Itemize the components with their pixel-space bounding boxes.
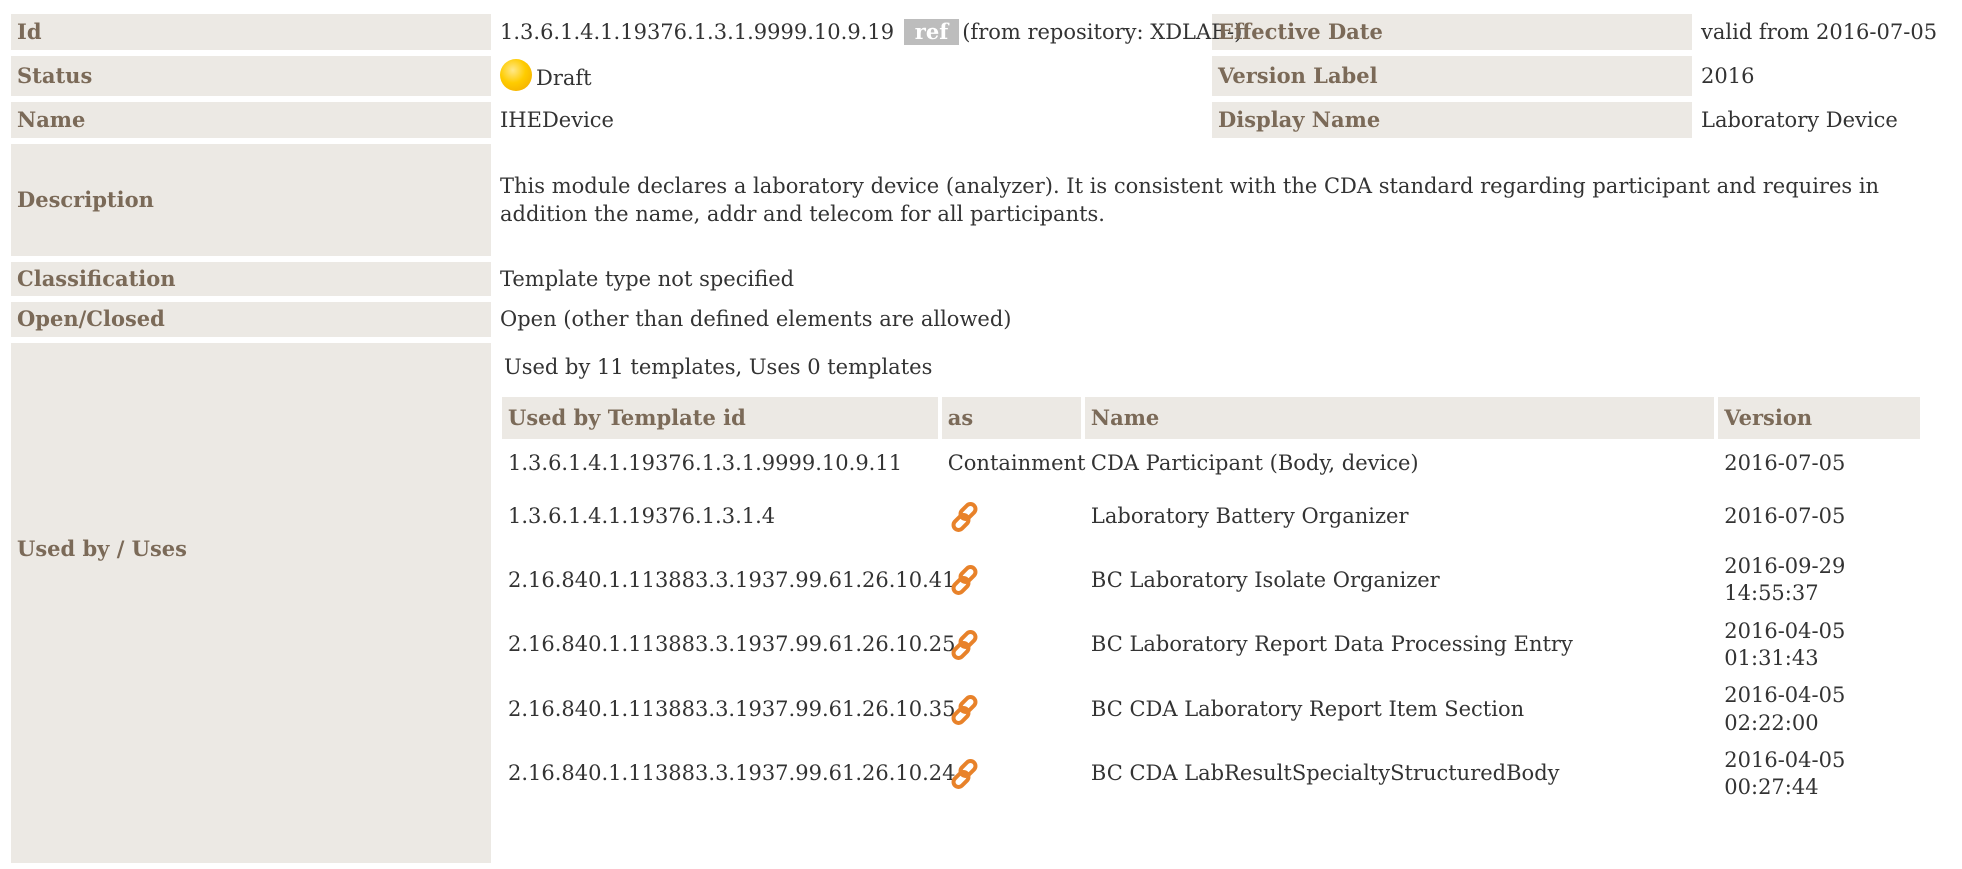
version-label-value: 2016 (1695, 56, 1954, 96)
template-version: 2016-04-05 01:31:43 (1724, 618, 1846, 670)
used-by-header-row: Used by Template id as Name Version (502, 397, 1920, 440)
template-name: Laboratory Battery Organizer (1090, 504, 1409, 529)
row-status: Status Draft Version Label 2016 (11, 56, 1954, 96)
id-label: Id (11, 14, 491, 50)
template-name: BC CDA LabResultSpecialtyStructuredBody (1090, 761, 1560, 786)
template-name: BC Laboratory Report Data Processing Ent… (1090, 632, 1573, 657)
link-icon[interactable] (948, 693, 982, 727)
relation-cell (942, 551, 1081, 610)
table-row: 1.3.6.1.4.1.19376.1.3.1.4 Laboratory Bat… (502, 489, 1920, 545)
relation-cell (942, 489, 1081, 545)
table-row: 1.3.6.1.4.1.19376.1.3.1.9999.10.9.11 Con… (502, 445, 1920, 483)
open-closed-label: Open/Closed (11, 302, 491, 337)
table-row: 2.16.840.1.113883.3.1937.99.61.26.10.24 … (502, 745, 1920, 804)
table-row: 2.16.840.1.113883.3.1937.99.61.26.10.35 … (502, 680, 1920, 739)
status-label: Status (11, 56, 491, 96)
row-classification: Classification Template type not specifi… (11, 262, 1954, 297)
column-header-template-id[interactable]: Used by Template id (502, 397, 938, 440)
used-by-table: Used by Template id as Name Version 1.3.… (498, 391, 1924, 809)
column-header-version[interactable]: Version (1718, 397, 1920, 440)
relation-cell (942, 745, 1081, 804)
template-id: 1.3.6.1.4.1.19376.1.3.1.9999.10.9.19 (500, 19, 895, 44)
effective-date-label: Effective Date (1212, 14, 1692, 50)
name-value: IHEDevice (494, 102, 1209, 138)
template-version: 2016-07-05 (1724, 451, 1846, 476)
relation-cell (942, 680, 1081, 739)
column-header-as[interactable]: as (941, 397, 1081, 440)
classification-label: Classification (11, 262, 491, 297)
link-icon[interactable] (948, 628, 982, 662)
link-icon[interactable] (948, 500, 982, 534)
ref-badge[interactable]: ref (903, 18, 960, 46)
template-name: CDA Participant (Body, device) (1090, 451, 1419, 476)
status-value: Draft (536, 66, 592, 91)
version-label-label: Version Label (1212, 56, 1692, 96)
template-metadata-table: Id 1.3.6.1.4.1.19376.1.3.1.9999.10.9.19 … (8, 8, 1957, 869)
template-version: 2016-04-05 00:27:44 (1724, 747, 1846, 800)
row-description: Description This module declares a labor… (11, 144, 1954, 256)
template-id-link[interactable]: 2.16.840.1.113883.3.1937.99.61.26.10.24 (502, 745, 956, 804)
repository-note: (from repository: XDLAB-) (962, 19, 1243, 44)
template-name: BC Laboratory Isolate Organizer (1090, 567, 1440, 592)
status-value-cell: Draft (494, 56, 1209, 96)
display-name-value: Laboratory Device (1695, 102, 1954, 138)
table-row: 2.16.840.1.113883.3.1937.99.61.26.10.25 … (502, 616, 1920, 675)
link-icon[interactable] (948, 563, 982, 597)
name-label: Name (11, 102, 491, 138)
display-name-label: Display Name (1212, 102, 1692, 138)
used-by-summary: Used by 11 templates, Uses 0 templates (504, 354, 933, 379)
template-detail-panel: Id 1.3.6.1.4.1.19376.1.3.1.9999.10.9.19 … (8, 8, 1954, 863)
row-used-by: Used by / Uses Used by 11 templates, Use… (11, 342, 1954, 863)
row-open-closed: Open/Closed Open (other than defined ele… (11, 302, 1954, 337)
template-version: 2016-09-29 14:55:37 (1724, 554, 1846, 606)
row-id: Id 1.3.6.1.4.1.19376.1.3.1.9999.10.9.19 … (11, 14, 1954, 50)
description-label: Description (11, 144, 491, 256)
used-by-label: Used by / Uses (11, 342, 491, 863)
template-version: 2016-07-05 (1724, 504, 1846, 529)
template-id-link[interactable]: 2.16.840.1.113883.3.1937.99.61.26.10.41 (502, 551, 956, 610)
open-closed-value: Open (other than defined elements are al… (494, 302, 1954, 337)
template-id-link[interactable]: 1.3.6.1.4.1.19376.1.3.1.4 (502, 489, 938, 545)
template-id-link[interactable]: 2.16.840.1.113883.3.1937.99.61.26.10.35 (502, 680, 956, 739)
template-name: BC CDA Laboratory Report Item Section (1090, 696, 1525, 721)
status-draft-icon (500, 59, 532, 92)
table-row: 2.16.840.1.113883.3.1937.99.61.26.10.41 … (502, 551, 1920, 610)
used-by-cell: Used by 11 templates, Uses 0 templates U… (494, 342, 1954, 863)
effective-date-value: valid from 2016-07-05 (1695, 14, 1954, 50)
template-id-link[interactable]: 2.16.840.1.113883.3.1937.99.61.26.10.25 (502, 616, 956, 675)
link-icon[interactable] (948, 757, 982, 791)
classification-value: Template type not specified (494, 262, 1954, 297)
template-version: 2016-04-05 02:22:00 (1724, 683, 1846, 735)
row-name: Name IHEDevice Display Name Laboratory D… (11, 102, 1954, 138)
relation-type: Containment (947, 451, 1086, 476)
relation-cell (942, 616, 1081, 675)
id-value-cell: 1.3.6.1.4.1.19376.1.3.1.9999.10.9.19 ref… (494, 14, 1242, 50)
template-id-link[interactable]: 1.3.6.1.4.1.19376.1.3.1.9999.10.9.11 (502, 445, 938, 483)
description-value: This module declares a laboratory device… (494, 144, 1954, 256)
column-header-name[interactable]: Name (1084, 397, 1715, 440)
